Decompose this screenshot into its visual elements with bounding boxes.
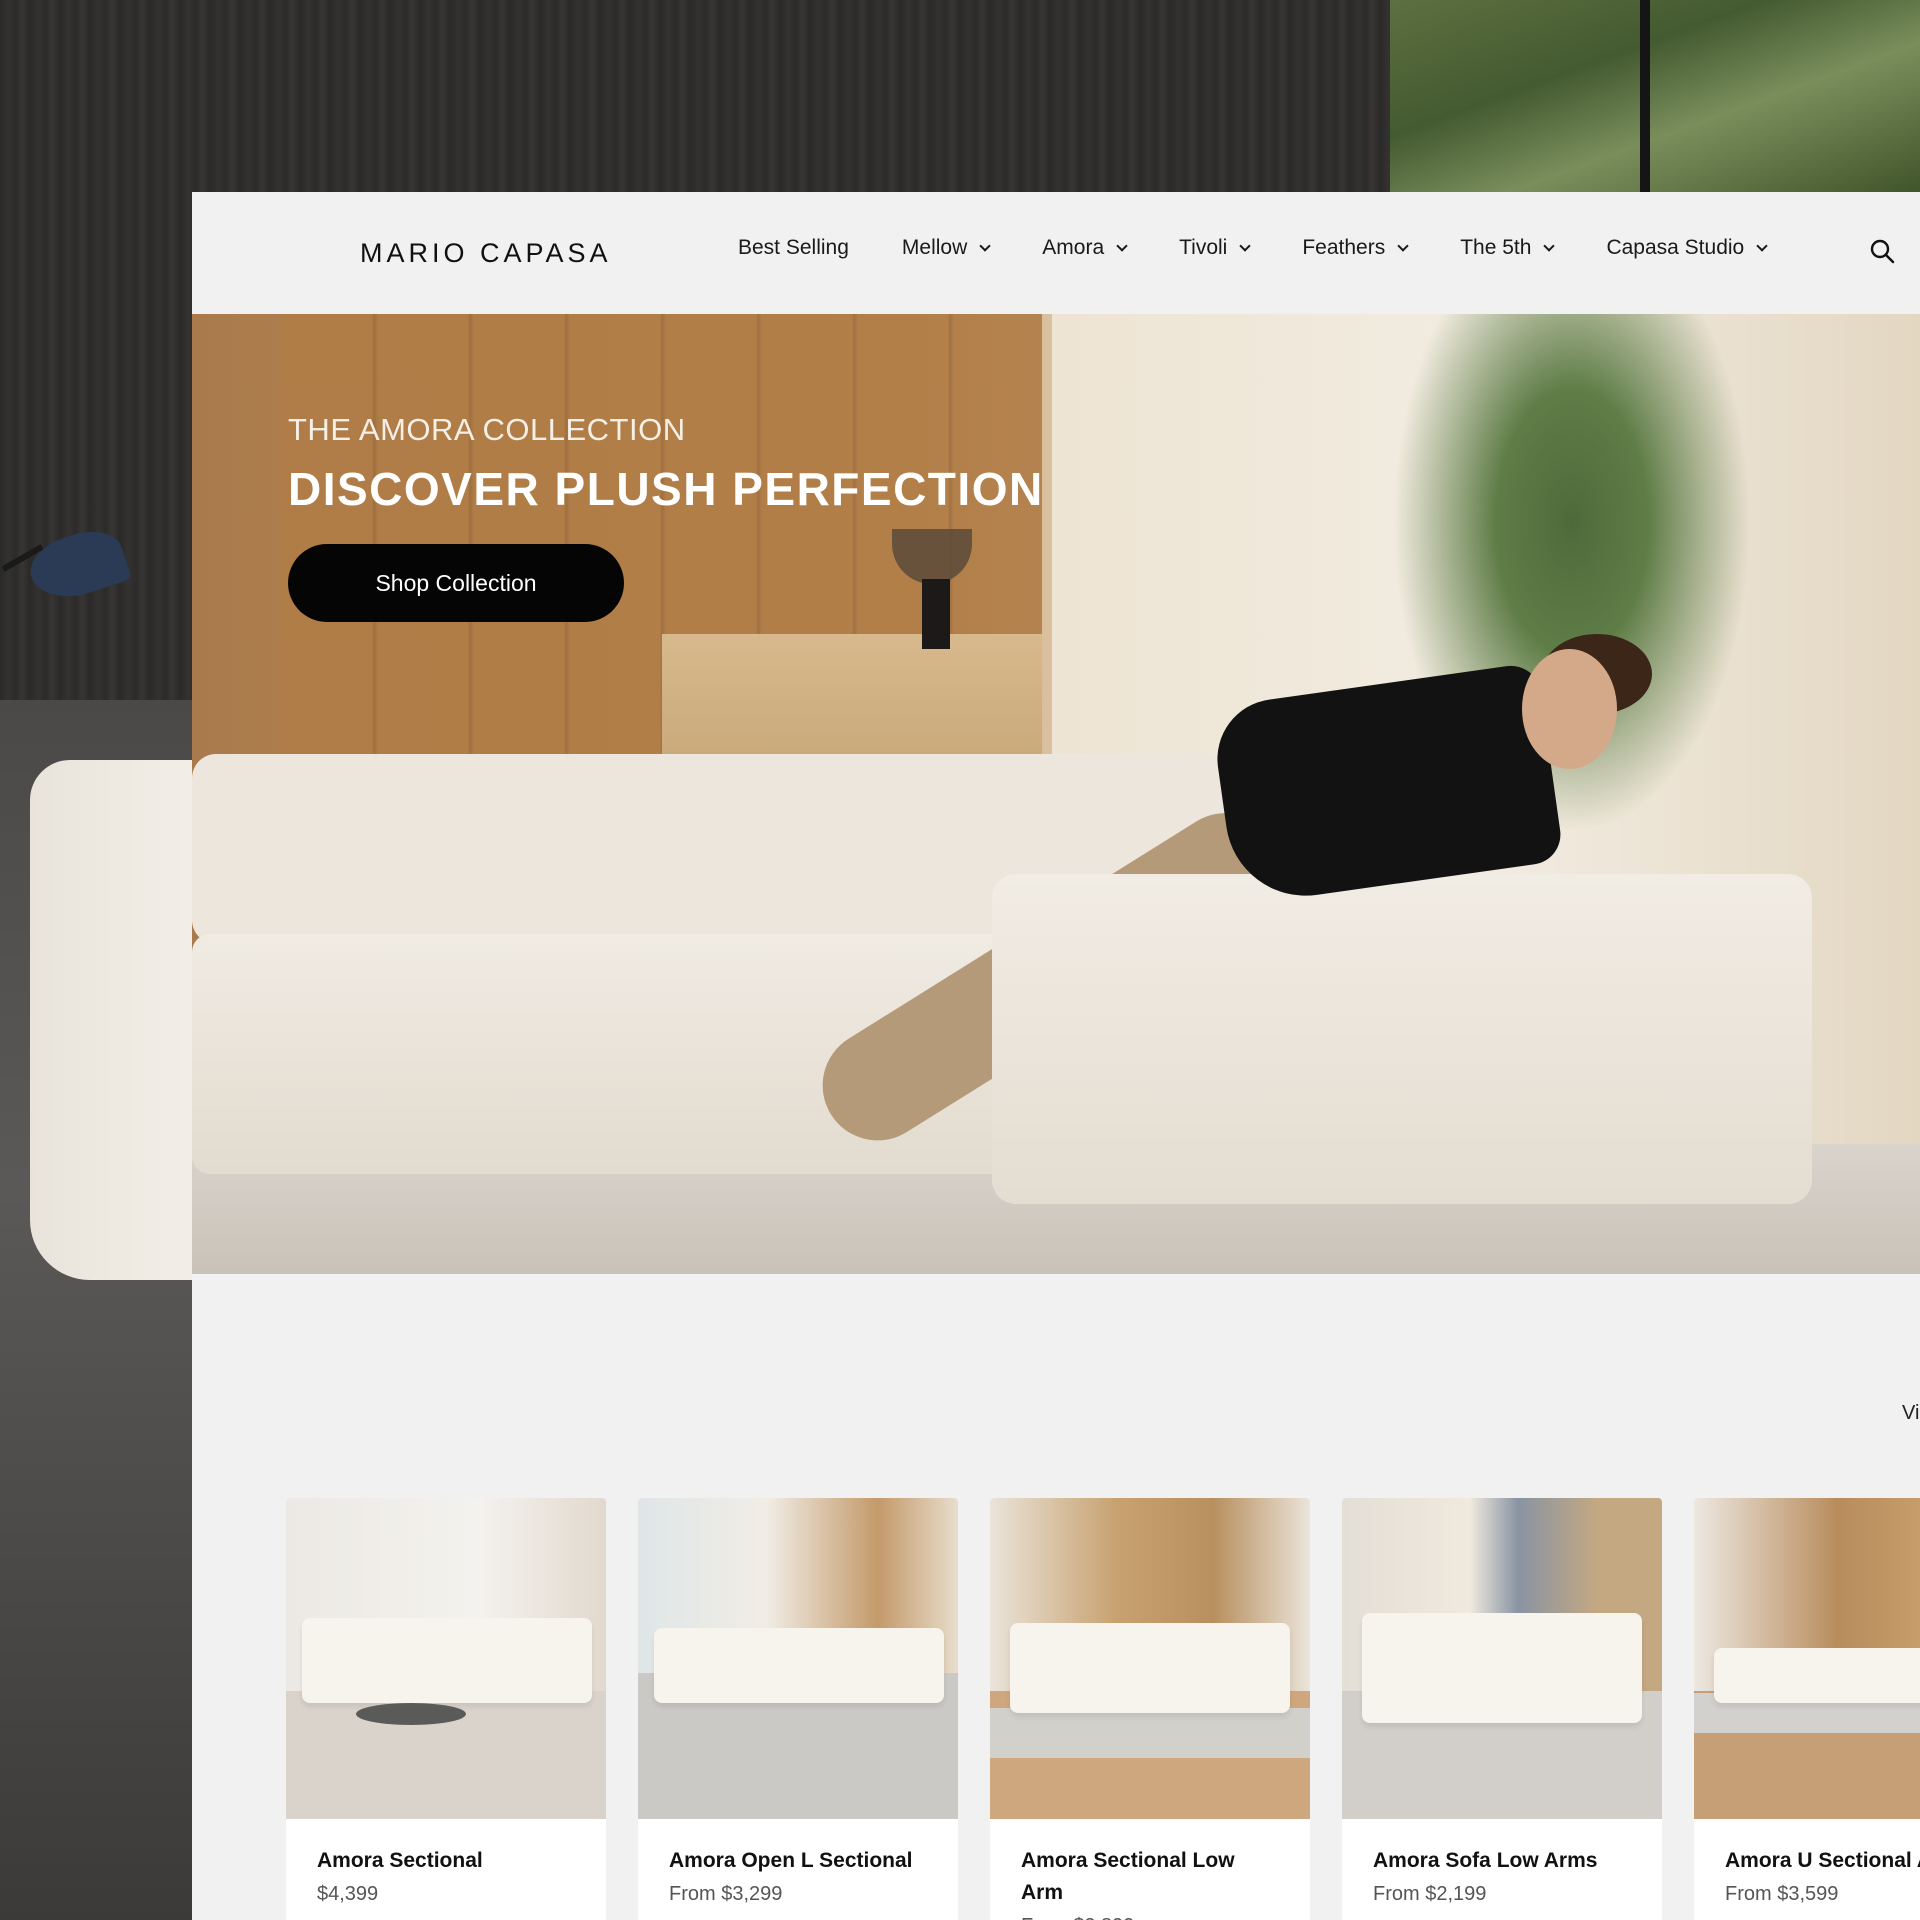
nav-item-label: Tivoli (1179, 236, 1228, 259)
nav-item-label: Amora (1042, 236, 1105, 259)
nav-item-amora[interactable]: Amora (1042, 236, 1128, 260)
nav-item-label: Best Selling (738, 236, 849, 259)
nav-item-label: The 5th (1460, 236, 1532, 259)
nav-item-feathers[interactable]: Feathers (1302, 236, 1409, 260)
shop-collection-button[interactable]: Shop Collection (288, 544, 624, 622)
chevron-down-icon (1239, 239, 1252, 252)
nav-item-best-selling[interactable]: Best Selling (738, 236, 849, 260)
product-name[interactable]: Amora Sofa Low Arms (1373, 1845, 1631, 1877)
product-price: From $3,599 (1725, 1883, 1839, 1905)
nav-item-label: Capasa Studio (1606, 236, 1745, 259)
product-name[interactable]: Amora Open L Sectional (669, 1845, 927, 1877)
nav-item-the-5th[interactable]: The 5th (1460, 236, 1556, 260)
chevron-down-icon (979, 239, 991, 252)
background-window (1390, 0, 1920, 200)
product-price: $4,399 (317, 1883, 379, 1905)
nav-item-tivoli[interactable]: Tivoli (1179, 236, 1252, 260)
hero-model-head (1522, 649, 1617, 769)
nav-item-mellow[interactable]: Mellow (901, 236, 991, 260)
website-window: MARIO CAPASA Best Selling Mellow Amora T… (192, 192, 1920, 1920)
chevron-down-icon (1756, 239, 1768, 252)
chevron-down-icon (1397, 239, 1409, 252)
product-name[interactable]: Amora U Sectional Arm (1725, 1845, 1920, 1877)
product-card[interactable]: Amora Sectional $4,399 (286, 1498, 606, 1920)
product-image[interactable] (1694, 1498, 1920, 1819)
view-all-link[interactable]: Vi (1902, 1402, 1919, 1425)
nav-item-capasa-studio[interactable]: Capasa Studio (1606, 236, 1768, 260)
product-image[interactable] (990, 1498, 1310, 1819)
hero-sideboard (662, 634, 1042, 764)
chevron-down-icon (1543, 239, 1556, 252)
product-card[interactable]: Amora Open L Sectional From $3,299 (638, 1498, 958, 1920)
main-menu: Best Selling Mellow Amora Tivoli Feather… (738, 236, 1819, 260)
hero-copy: THE AMORA COLLECTION DISCOVER PLUSH PERF… (288, 412, 1044, 622)
top-navigation: MARIO CAPASA Best Selling Mellow Amora T… (192, 192, 1920, 314)
nav-item-label: Feathers (1302, 236, 1386, 259)
product-image[interactable] (638, 1498, 958, 1819)
nav-item-label: Mellow (901, 236, 968, 259)
chevron-down-icon (1116, 239, 1128, 252)
product-image[interactable] (1342, 1498, 1662, 1819)
product-name[interactable]: Amora Sectional (317, 1845, 575, 1877)
product-carousel: Amora Sectional $4,399 Amora Open L Sect… (286, 1498, 1920, 1920)
product-price: From $2,199 (1373, 1883, 1487, 1905)
search-icon[interactable] (1869, 238, 1895, 264)
hero-title: DISCOVER PLUSH PERFECTION (288, 463, 1044, 515)
hero-sofa-chaise (992, 874, 1812, 1204)
product-name[interactable]: Amora Sectional Low Arm (1021, 1845, 1279, 1909)
hero-eyebrow: THE AMORA COLLECTION (288, 412, 686, 447)
product-card[interactable]: Amora U Sectional Arm From $3,599 (1694, 1498, 1920, 1920)
product-card[interactable]: Amora Sectional Low Arm From $2,899 (990, 1498, 1310, 1920)
product-image[interactable] (286, 1498, 606, 1819)
background-sofa (30, 760, 210, 1280)
background-window-frame (1640, 0, 1650, 200)
brand-logo[interactable]: MARIO CAPASA (360, 238, 612, 269)
product-card[interactable]: Amora Sofa Low Arms From $2,199 (1342, 1498, 1662, 1920)
product-price: From $3,299 (669, 1883, 783, 1905)
hero-banner: THE AMORA COLLECTION DISCOVER PLUSH PERF… (192, 314, 1920, 1274)
product-price: From $2,899 (1021, 1909, 1279, 1920)
